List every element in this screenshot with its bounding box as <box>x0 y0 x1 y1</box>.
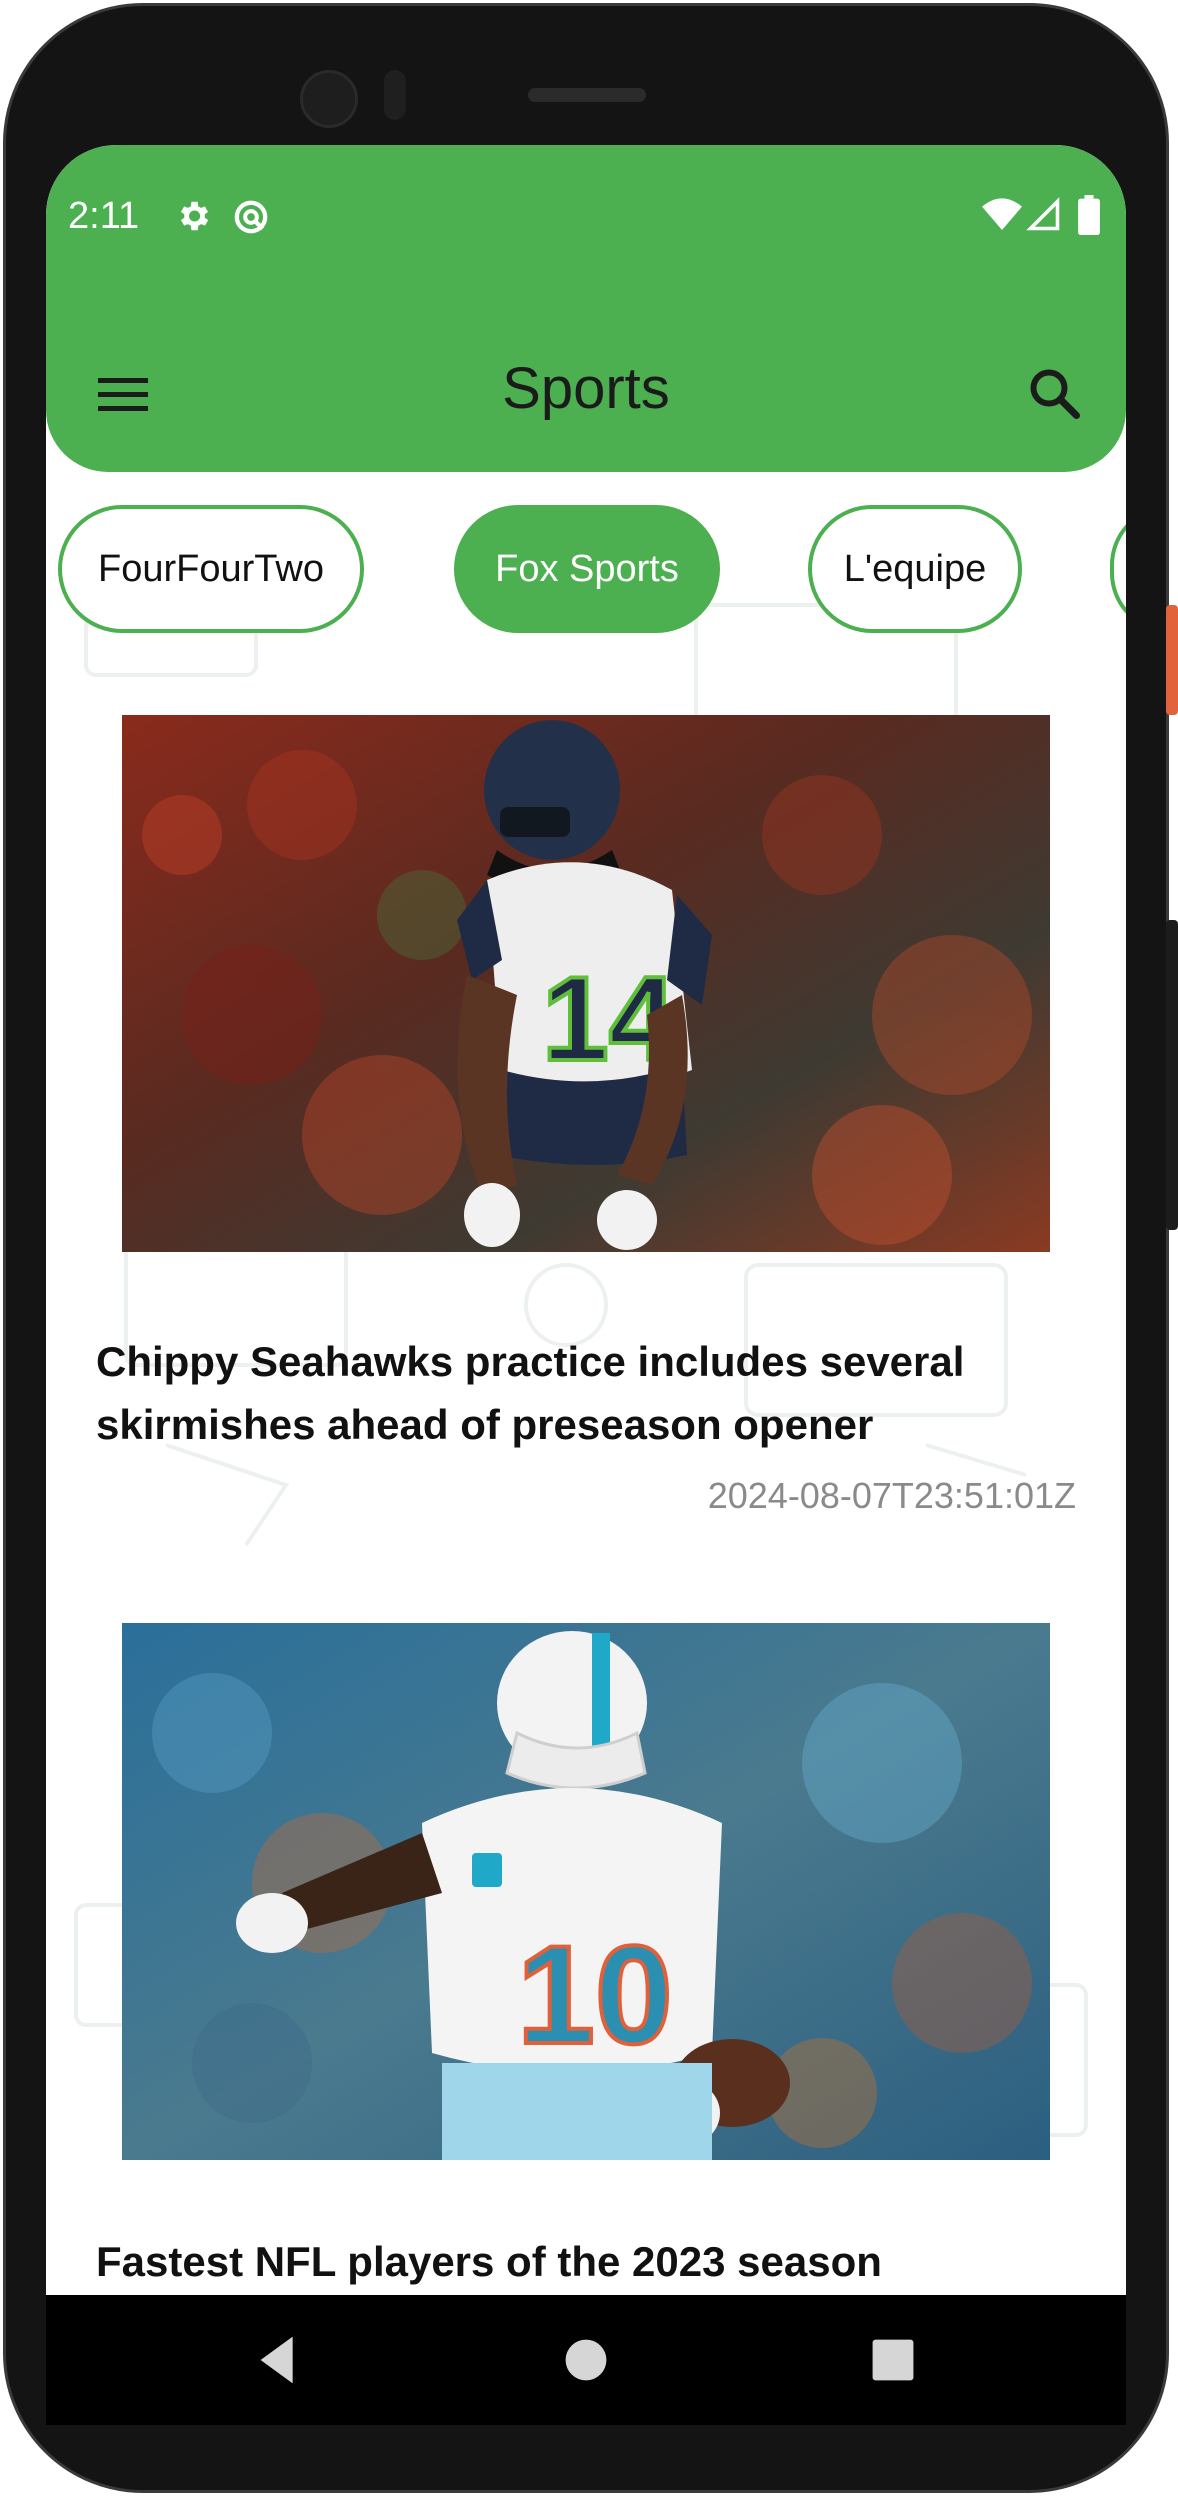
system-nav-bar <box>46 2295 1126 2425</box>
earpiece-speaker <box>528 88 646 102</box>
proximity-sensor <box>384 70 406 120</box>
volume-button[interactable] <box>1166 920 1178 1230</box>
front-camera <box>300 70 358 128</box>
power-button[interactable] <box>1166 605 1178 715</box>
app-bar: 2:11 Sports <box>46 145 1126 472</box>
home-button[interactable] <box>551 2325 621 2395</box>
signal-icon <box>1026 197 1060 231</box>
data-saver-icon <box>234 200 268 234</box>
recents-button[interactable] <box>858 2325 928 2395</box>
article-date: 2024-08-07T23:51:01Z <box>707 1475 1076 1516</box>
home-icon <box>565 2339 607 2381</box>
chip-label: L'equipe <box>843 547 987 590</box>
search-icon <box>1030 369 1080 419</box>
article-image-seahawks[interactable]: 14 <box>122 715 1050 1252</box>
svg-text:10: 10 <box>517 1916 673 2073</box>
settings-icon <box>180 201 209 231</box>
chip-more[interactable] <box>1110 505 1126 633</box>
dolphins-player-10-photo: 10 <box>122 1623 1050 2160</box>
seahawks-player-14-photo: 14 <box>122 715 1050 1252</box>
status-time: 2:11 <box>68 195 140 237</box>
chip-label: FourFourTwo <box>98 547 324 590</box>
recents-icon <box>872 2339 914 2381</box>
phone-device: 2:11 Sports FourFourTwo Fox Sports L'equ… <box>0 0 1178 2498</box>
app-screen: 2:11 Sports FourFourTwo Fox Sports L'equ… <box>46 145 1126 2295</box>
article-title[interactable]: Chippy Seahawks practice includes severa… <box>96 1330 1076 1456</box>
source-chips: FourFourTwo Fox Sports L'equipe <box>46 505 1126 640</box>
chip-fox-sports[interactable]: Fox Sports <box>454 505 720 633</box>
chip-fourfourtwo[interactable]: FourFourTwo <box>58 505 364 633</box>
chip-label: Fox Sports <box>495 547 679 590</box>
wifi-icon <box>982 198 1022 230</box>
page-title: Sports <box>502 356 670 421</box>
article-title[interactable]: Fastest NFL players of the 2023 season <box>96 2230 1076 2293</box>
back-button[interactable] <box>246 2325 316 2395</box>
back-icon <box>260 2336 293 2384</box>
search-button[interactable] <box>1024 363 1084 423</box>
chip-lequipe[interactable]: L'equipe <box>808 505 1022 633</box>
article-image-dolphins[interactable]: 10 <box>122 1623 1050 2160</box>
battery-icon <box>1078 195 1100 235</box>
